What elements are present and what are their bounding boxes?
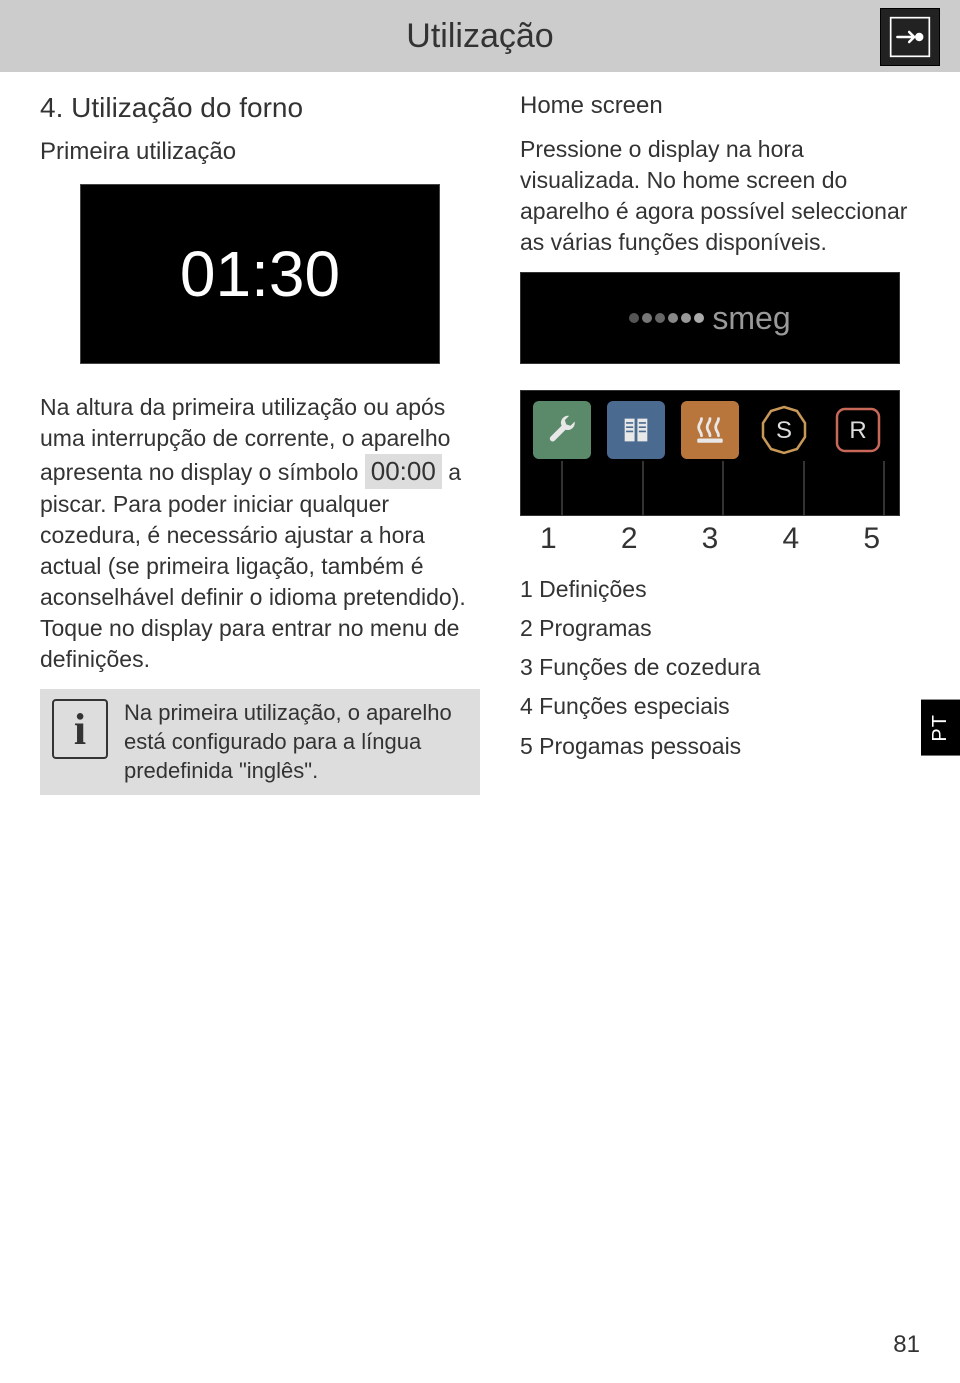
home-screen-paragraph: Pressione o display na hora visualizada.… xyxy=(520,134,920,258)
cooking-tile[interactable] xyxy=(681,401,739,459)
home-icon-row: S R xyxy=(533,401,887,459)
inline-time-badge: 00:00 xyxy=(365,454,442,489)
legend-item-1: 1 Definições xyxy=(520,570,920,609)
brand-text: smeg xyxy=(712,300,790,337)
pointer-hand-icon xyxy=(880,8,940,66)
home-screen-heading: Home screen xyxy=(520,92,920,120)
legend-list: 1 Definições 2 Programas 3 Funções de co… xyxy=(520,570,920,765)
info-icon: i xyxy=(52,699,108,759)
brand-screen: smeg xyxy=(520,272,900,364)
book-icon xyxy=(619,413,653,447)
num-2: 2 xyxy=(621,522,638,556)
icon-numbers-row: 1 2 3 4 5 xyxy=(520,522,900,556)
paragraph-first-use: Na altura da primeira utilização ou após… xyxy=(40,392,480,675)
left-column: 4. Utilização do forno Primeira utilizaç… xyxy=(40,92,480,795)
subheading-first-use: Primeira utilização xyxy=(40,138,480,166)
clock-display: 01:30 xyxy=(80,184,440,364)
wrench-icon xyxy=(545,413,579,447)
section-heading: 4. Utilização do forno xyxy=(40,92,480,124)
content-area: 4. Utilização do forno Primeira utilizaç… xyxy=(0,72,960,795)
legend-item-3: 3 Funções de cozedura xyxy=(520,648,920,687)
personal-tile[interactable]: R xyxy=(829,401,887,459)
settings-tile[interactable] xyxy=(533,401,591,459)
num-5: 5 xyxy=(863,522,880,556)
num-4: 4 xyxy=(782,522,799,556)
smeg-dots-icon xyxy=(629,313,704,323)
heat-icon xyxy=(693,413,727,447)
para1b: a piscar. Para poder iniciar qualquer co… xyxy=(40,459,466,672)
header-bar: Utilização xyxy=(0,0,960,72)
info-callout: i Na primeira utilização, o aparelho est… xyxy=(40,689,480,795)
language-tab: PT xyxy=(921,700,960,756)
num-3: 3 xyxy=(702,522,719,556)
special-tile[interactable]: S xyxy=(755,401,813,459)
legend-item-5: 5 Progamas pessoais xyxy=(520,727,920,766)
right-column: Home screen Pressione o display na hora … xyxy=(520,92,920,795)
svg-text:S: S xyxy=(776,417,792,444)
badge-s-icon: S xyxy=(757,403,811,457)
page-title: Utilização xyxy=(406,17,553,56)
legend-item-2: 2 Programas xyxy=(520,609,920,648)
info-text: Na primeira utilização, o aparelho está … xyxy=(124,699,468,785)
legend-item-4: 4 Funções especiais xyxy=(520,687,920,726)
programs-tile[interactable] xyxy=(607,401,665,459)
badge-r-icon: R xyxy=(831,403,885,457)
page-number: 81 xyxy=(893,1331,920,1359)
home-icon-row-screen: S R xyxy=(520,390,900,516)
clock-time: 01:30 xyxy=(180,237,340,311)
svg-text:R: R xyxy=(849,417,866,444)
num-1: 1 xyxy=(540,522,557,556)
smeg-logo: smeg xyxy=(629,300,790,337)
leader-lines xyxy=(533,461,913,515)
